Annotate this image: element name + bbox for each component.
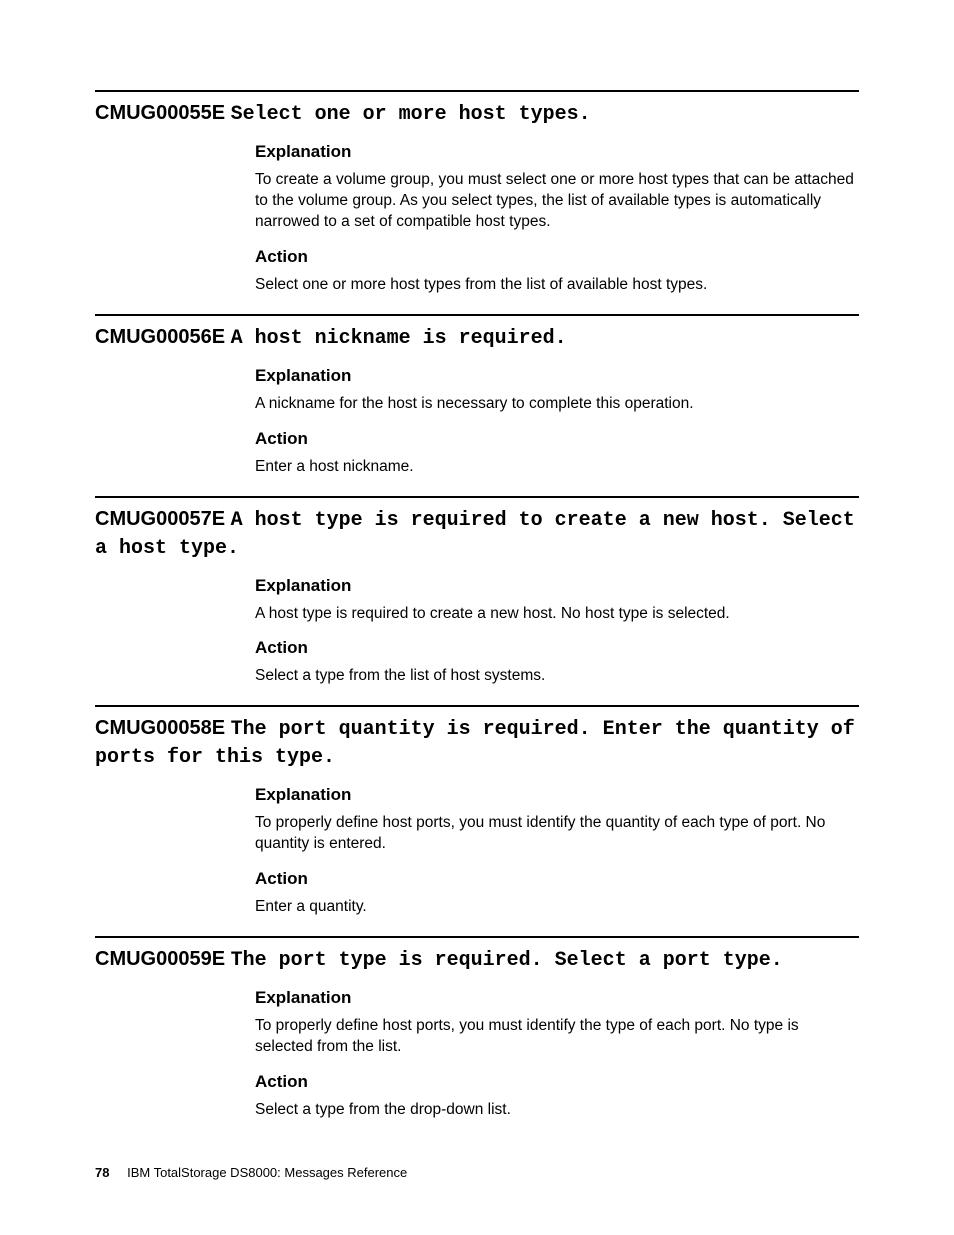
book-title: IBM TotalStorage DS8000: Messages Refere… <box>127 1165 407 1180</box>
message-entry: CMUG00058E The port quantity is required… <box>95 705 859 918</box>
action-heading: Action <box>255 638 859 658</box>
message-entry: CMUG00057E A host type is required to cr… <box>95 496 859 688</box>
action-section: Action Select a type from the drop-down … <box>255 1072 859 1121</box>
action-text: Select one or more host types from the l… <box>255 275 859 296</box>
error-code: CMUG00059E <box>95 948 225 970</box>
action-text: Enter a host nickname. <box>255 457 859 478</box>
action-section: Action Select a type from the list of ho… <box>255 638 859 687</box>
explanation-heading: Explanation <box>255 142 859 162</box>
error-code: CMUG00058E <box>95 717 225 739</box>
error-message: A host nickname is required. <box>231 327 567 350</box>
message-entry: CMUG00059E The port type is required. Se… <box>95 936 859 1121</box>
error-code: CMUG00056E <box>95 326 225 348</box>
action-text: Select a type from the drop-down list. <box>255 1100 859 1121</box>
entry-header: CMUG00058E The port quantity is required… <box>95 715 859 771</box>
action-text: Enter a quantity. <box>255 897 859 918</box>
entry-header: CMUG00056E A host nickname is required. <box>95 324 859 352</box>
error-message: The port type is required. Select a port… <box>231 949 783 972</box>
action-heading: Action <box>255 1072 859 1092</box>
explanation-heading: Explanation <box>255 785 859 805</box>
action-section: Action Enter a host nickname. <box>255 429 859 478</box>
explanation-text: A nickname for the host is necessary to … <box>255 394 859 415</box>
explanation-section: Explanation To properly define host port… <box>255 785 859 855</box>
page-number: 78 <box>95 1165 109 1180</box>
error-code: CMUG00057E <box>95 508 225 530</box>
message-entry: CMUG00056E A host nickname is required. … <box>95 314 859 478</box>
explanation-heading: Explanation <box>255 576 859 596</box>
page-footer: 78 IBM TotalStorage DS8000: Messages Ref… <box>95 1165 407 1180</box>
explanation-heading: Explanation <box>255 366 859 386</box>
explanation-section: Explanation A host type is required to c… <box>255 576 859 625</box>
explanation-section: Explanation A nickname for the host is n… <box>255 366 859 415</box>
message-entry: CMUG00055E Select one or more host types… <box>95 90 859 296</box>
error-message: Select one or more host types. <box>231 103 591 126</box>
error-code: CMUG00055E <box>95 102 225 124</box>
action-section: Action Select one or more host types fro… <box>255 247 859 296</box>
action-heading: Action <box>255 247 859 267</box>
explanation-heading: Explanation <box>255 988 859 1008</box>
explanation-text: To properly define host ports, you must … <box>255 813 859 855</box>
document-page: CMUG00055E Select one or more host types… <box>0 0 954 1179</box>
entry-header: CMUG00055E Select one or more host types… <box>95 100 859 128</box>
entry-header: CMUG00059E The port type is required. Se… <box>95 946 859 974</box>
explanation-text: To create a volume group, you must selec… <box>255 170 859 233</box>
explanation-section: Explanation To properly define host port… <box>255 988 859 1058</box>
action-heading: Action <box>255 429 859 449</box>
explanation-section: Explanation To create a volume group, yo… <box>255 142 859 233</box>
explanation-text: A host type is required to create a new … <box>255 604 859 625</box>
action-heading: Action <box>255 869 859 889</box>
entry-header: CMUG00057E A host type is required to cr… <box>95 506 859 562</box>
explanation-text: To properly define host ports, you must … <box>255 1016 859 1058</box>
action-text: Select a type from the list of host syst… <box>255 666 859 687</box>
action-section: Action Enter a quantity. <box>255 869 859 918</box>
